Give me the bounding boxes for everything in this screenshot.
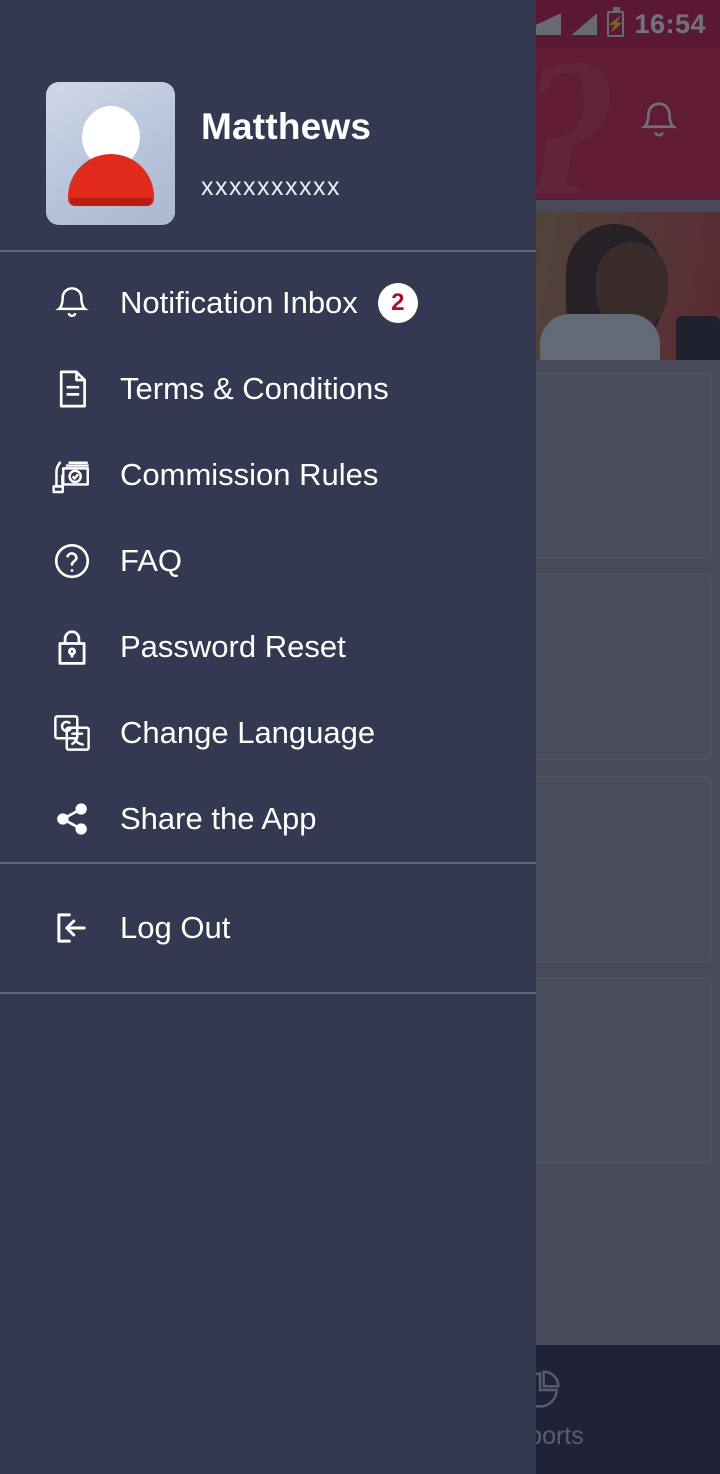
profile-msisdn: xxxxxxxxxx [201,172,341,201]
divider [0,992,536,994]
menu-item-faq[interactable]: FAQ [0,518,536,604]
bell-icon [44,281,100,325]
menu-item-label: Share the App [120,801,317,836]
lock-icon [44,625,100,669]
menu-item-label: Log Out [120,910,231,945]
notification-badge: 2 [377,283,418,323]
menu-item-label: Commission Rules [120,457,379,492]
menu-item-notification-inbox[interactable]: Notification Inbox 2 [0,260,536,346]
menu-item-terms-conditions[interactable]: Terms & Conditions [0,346,536,432]
hand-money-icon [44,454,100,496]
menu-item-commission-rules[interactable]: Commission Rules [0,432,536,518]
user-avatar-icon [46,82,175,225]
drawer-profile-header[interactable]: Matthews xxxxxxxxxx [0,0,536,250]
menu-item-label: Terms & Conditions [120,371,389,406]
menu-item-label: FAQ [120,543,183,578]
menu-item-share-the-app[interactable]: Share the App [0,776,536,862]
menu-item-change-language[interactable]: Change Language [0,690,536,776]
logout-icon [44,907,100,949]
share-icon [44,799,100,839]
question-circle-icon [44,540,100,582]
app-screen: ⚡ 16:54 ʔ [0,0,720,1474]
menu-item-label: Change Language [120,715,376,750]
translate-icon [44,712,100,754]
menu-item-password-reset[interactable]: Password Reset [0,604,536,690]
menu-item-log-out[interactable]: Log Out [0,886,536,970]
menu-item-label: Notification Inbox [120,285,358,320]
menu-item-label: Password Reset [120,629,346,664]
navigation-drawer: Matthews xxxxxxxxxx Notification Inbox 2 [0,0,536,1474]
drawer-logout-section: Log Out [0,864,536,992]
drawer-menu: Notification Inbox 2 Terms & Conditions [0,252,536,862]
document-icon [44,367,100,411]
profile-name: Matthews [201,105,372,147]
